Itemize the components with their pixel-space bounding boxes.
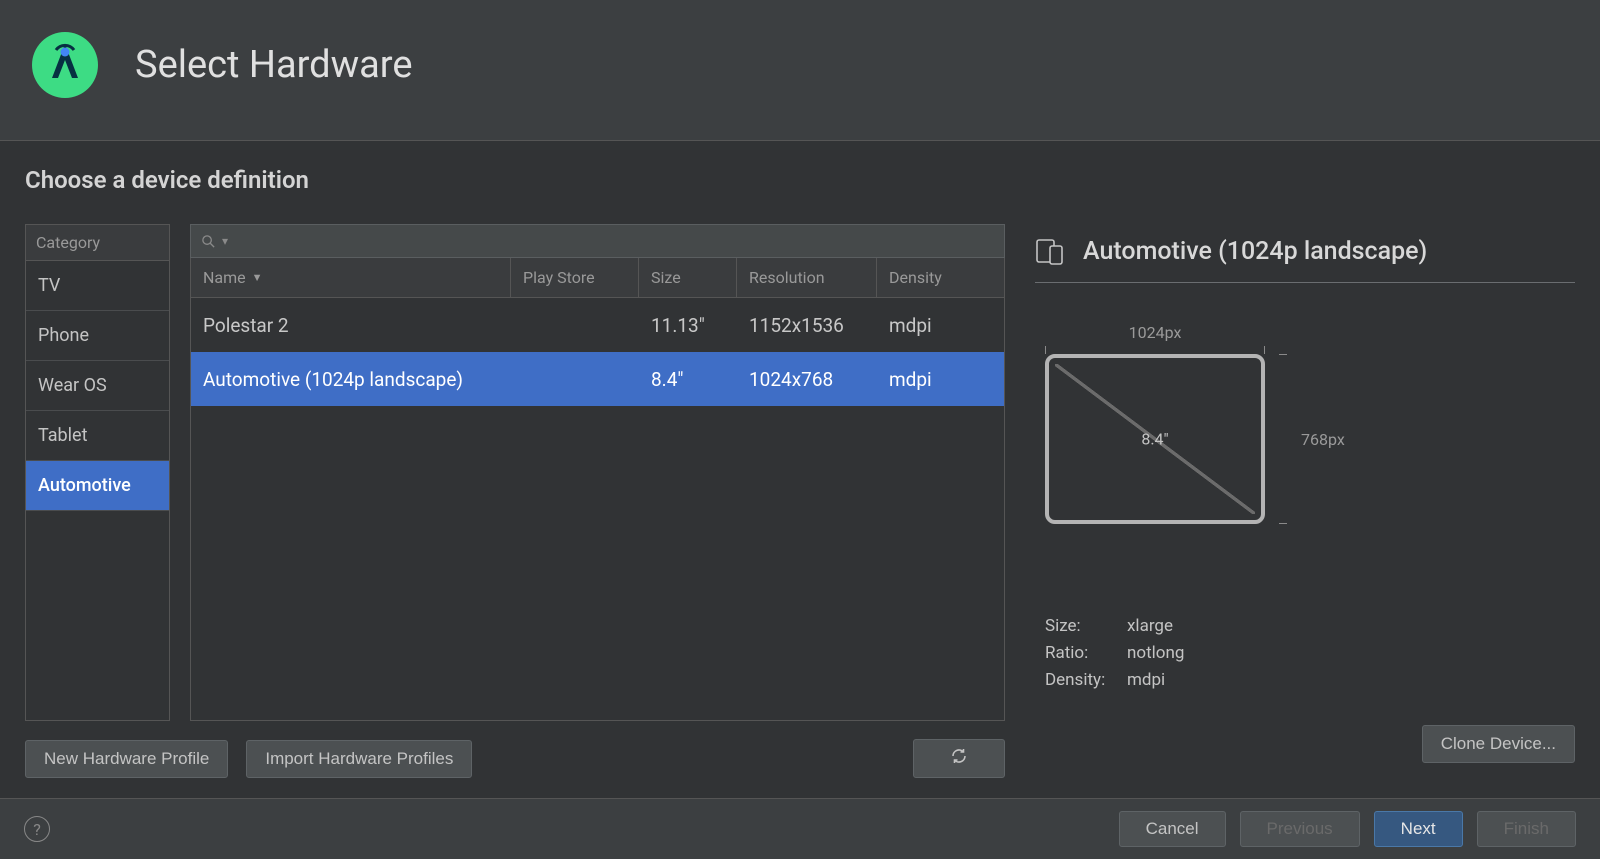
finish-button[interactable]: Finish	[1477, 811, 1576, 847]
category-item-wear-os[interactable]: Wear OS	[26, 361, 169, 411]
sort-descending-icon: ▼	[252, 271, 263, 284]
table-row[interactable]: Polestar 2 11.13" 1152x1536 mdpi	[191, 298, 1004, 352]
device-frame: 8.4"	[1045, 354, 1265, 524]
clone-device-button[interactable]: Clone Device...	[1422, 725, 1575, 763]
column-header-density[interactable]: Density	[877, 258, 1004, 297]
content-area: Choose a device definition Category TV P…	[0, 141, 1600, 798]
new-hardware-profile-button[interactable]: New Hardware Profile	[25, 740, 228, 778]
section-heading: Choose a device definition	[25, 166, 1575, 194]
column-header-name-label: Name	[203, 268, 246, 287]
next-button[interactable]: Next	[1374, 811, 1463, 847]
device-table: Name ▼ Play Store Size Resolution Densit…	[190, 258, 1005, 721]
cell-play-store	[511, 352, 639, 406]
android-studio-logo-icon	[30, 30, 100, 100]
dialog-footer: ? Cancel Previous Next Finish	[0, 798, 1600, 859]
prop-ratio-label: Ratio:	[1045, 640, 1123, 667]
refresh-icon	[950, 747, 968, 765]
prop-size-value: xlarge	[1127, 613, 1173, 640]
help-button[interactable]: ?	[24, 816, 50, 842]
cell-density: mdpi	[877, 352, 1004, 406]
prop-size-label: Size:	[1045, 613, 1123, 640]
column-header-resolution[interactable]: Resolution	[737, 258, 877, 297]
previous-button[interactable]: Previous	[1240, 811, 1360, 847]
preview-device-name: Automotive (1024p landscape)	[1083, 237, 1427, 266]
column-header-play-store[interactable]: Play Store	[511, 258, 639, 297]
category-item-phone[interactable]: Phone	[26, 311, 169, 361]
cell-resolution: 1024x768	[737, 352, 877, 406]
search-input[interactable]	[234, 233, 994, 250]
cell-size: 8.4"	[639, 352, 737, 406]
prop-density-label: Density:	[1045, 667, 1123, 694]
cell-resolution: 1152x1536	[737, 298, 877, 352]
category-item-automotive[interactable]: Automotive	[26, 461, 169, 511]
diagram-height-label: 768px	[1301, 430, 1345, 449]
diagram-width-label: 1024px	[1045, 323, 1265, 342]
table-body: Polestar 2 11.13" 1152x1536 mdpi Automot…	[191, 298, 1004, 720]
category-item-tablet[interactable]: Tablet	[26, 411, 169, 461]
prop-density-value: mdpi	[1127, 667, 1165, 694]
search-icon	[201, 234, 216, 249]
category-list: Category TV Phone Wear OS Tablet Automot…	[25, 224, 170, 721]
diagram-diagonal-label: 8.4"	[1141, 430, 1168, 449]
cell-size: 11.13"	[639, 298, 737, 352]
refresh-button[interactable]	[913, 739, 1005, 778]
column-header-size[interactable]: Size	[639, 258, 737, 297]
column-header-name[interactable]: Name ▼	[191, 258, 511, 297]
prop-ratio-value: notlong	[1127, 640, 1184, 667]
category-item-tv[interactable]: TV	[26, 261, 169, 311]
preview-panel: Automotive (1024p landscape) 1024px 8.4"…	[1035, 224, 1575, 778]
devices-icon	[1035, 236, 1065, 266]
import-hardware-profiles-button[interactable]: Import Hardware Profiles	[246, 740, 472, 778]
cell-density: mdpi	[877, 298, 1004, 352]
device-diagram: 1024px 8.4" 768px	[1045, 323, 1575, 583]
search-box[interactable]: ▾	[190, 224, 1005, 258]
cell-play-store	[511, 298, 639, 352]
cell-name: Automotive (1024p landscape)	[191, 352, 511, 406]
table-header: Name ▼ Play Store Size Resolution Densit…	[191, 258, 1004, 298]
cancel-button[interactable]: Cancel	[1119, 811, 1226, 847]
table-row[interactable]: Automotive (1024p landscape) 8.4" 1024x7…	[191, 352, 1004, 406]
dialog-header: Select Hardware	[0, 0, 1600, 141]
search-dropdown-icon[interactable]: ▾	[222, 234, 228, 248]
device-properties: Size: xlarge Ratio: notlong Density: mdp…	[1045, 613, 1575, 695]
dialog-title: Select Hardware	[135, 43, 413, 87]
category-list-header: Category	[26, 225, 169, 261]
cell-name: Polestar 2	[191, 298, 511, 352]
